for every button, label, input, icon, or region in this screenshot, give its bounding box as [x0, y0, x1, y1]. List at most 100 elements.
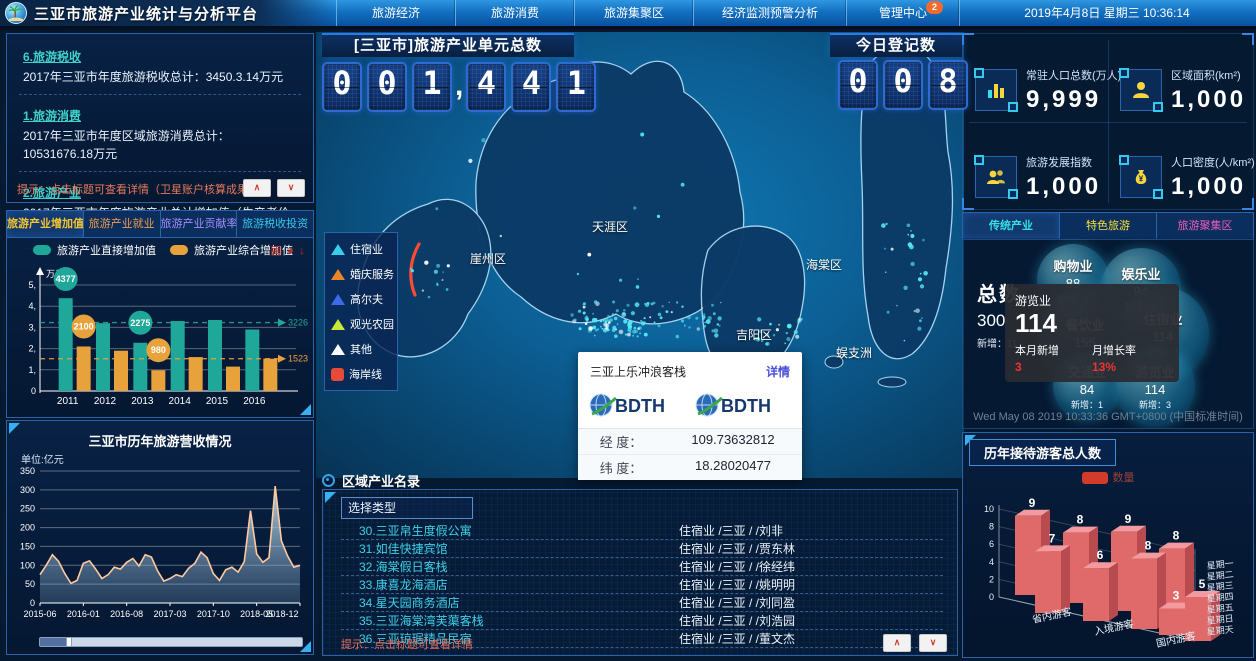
people-icon — [975, 156, 1017, 198]
svg-text:2018-12: 2018-12 — [265, 609, 298, 619]
stat-value: 1,000 — [1026, 173, 1101, 201]
map-popup: 三亚上乐冲浪客栈 详情 BDTH BDTH 经 度 — [578, 352, 802, 480]
bar-chart-legend: 旅游产业直接增加值 旅游产业综合增加值 — [7, 238, 313, 262]
directory-rows: 30.三亚帛生度假公寓 住宿业 /三亚 / /刘非 31.如佳快捷宾馆 住宿业 … — [341, 522, 943, 633]
person-icon — [1120, 69, 1162, 111]
revenue-area-chart[interactable]: 0501001502002503003502015-062016-012016-… — [8, 463, 312, 631]
directory-scroll-down-button[interactable]: ∨ — [919, 634, 947, 652]
visitors-3d-bar-chart[interactable]: 0246810989876835省内游客入境游客国内游客星期一星期二星期三星期四… — [963, 485, 1253, 657]
svg-text:150: 150 — [20, 541, 35, 551]
svg-text:¥: ¥ — [1139, 175, 1144, 184]
nav-tab-tourism-economy[interactable]: 旅游经济 — [336, 0, 455, 26]
download-icon[interactable]: ↓ — [299, 243, 305, 257]
tab-tourism-gathering[interactable]: 旅游聚集区 — [1157, 213, 1253, 239]
svg-text:100: 100 — [20, 560, 35, 570]
directory-row: 31.如佳快捷宾馆 住宿业 /三亚 / /贾东林 — [341, 540, 943, 558]
popup-detail-link[interactable]: 详情 — [766, 363, 790, 380]
popup-title: 三亚上乐冲浪客栈 — [590, 363, 686, 380]
svg-text:5: 5 — [1199, 577, 1206, 591]
venue-link[interactable]: 34.星天园商务酒店 — [341, 594, 679, 611]
industry-tabs: 传统产业 特色旅游 旅游聚集区 — [962, 212, 1254, 240]
venue-link[interactable]: 32.海棠假日客栈 — [341, 558, 679, 575]
svg-text:4,: 4, — [28, 301, 36, 311]
venue-link[interactable]: 30.三亚帛生度假公寓 — [341, 522, 679, 539]
scroll-down-button[interactable]: ∨ — [277, 179, 305, 197]
venue-link[interactable]: 35.三亚海棠湾芙蕖客栈 — [341, 612, 679, 629]
bdth-logo-icon: BDTH — [694, 390, 786, 420]
legend-label: 高尔夫 — [350, 291, 383, 307]
direct-series-swatch-icon — [33, 245, 51, 255]
tab-traditional-industry[interactable]: 传统产业 — [963, 213, 1060, 239]
summary-item[interactable]: 6.旅游税收 2017年三亚市年度旅游税收总计：3450.3.14万元 — [19, 42, 301, 95]
triangle-marker-icon — [331, 344, 345, 355]
svg-text:1523: 1523 — [288, 354, 308, 364]
legend-label: 其他 — [350, 341, 372, 357]
dashboard: 天涯区 崖州区 海棠区 吉阳区 蜈支洲 三亚市旅游产业统计与分析平台 旅游经济 … — [0, 0, 1256, 661]
svg-text:2016: 2016 — [243, 396, 266, 407]
flip-digit: 0 — [883, 60, 923, 110]
export-doc-icon[interactable]: ▤ — [270, 243, 281, 257]
flip-digit: 4 — [511, 62, 551, 112]
visitors-legend[interactable]: 数量 — [963, 469, 1253, 485]
popup-longitude-row: 经 度： 109.73632812 — [578, 429, 802, 454]
nav-tab-monitor-warning[interactable]: 经济监测预警分析 — [693, 0, 846, 26]
stat-card-density: ¥ 人口密度(人/km²) 1,000 — [1108, 122, 1253, 210]
tab-industry-contribution[interactable]: 旅游产业贡献率 — [161, 211, 238, 237]
stat-card-population: 常驻人口总数(万人) 9,999 — [963, 34, 1108, 122]
direct-series-label[interactable]: 旅游产业直接增加值 — [57, 242, 156, 258]
slider-selected-range[interactable] — [40, 638, 66, 646]
summary-item-title[interactable]: 6.旅游税收 — [23, 48, 297, 65]
revenue-zoom-slider[interactable] — [39, 637, 303, 647]
triangle-marker-icon — [331, 294, 345, 305]
district-label: 海棠区 — [806, 256, 842, 273]
nav-tab-tourism-consumption[interactable]: 旅游消费 — [455, 0, 574, 26]
svg-text:3226: 3226 — [288, 318, 308, 328]
svg-text:1,: 1, — [28, 365, 36, 375]
legend-label: 观光农园 — [350, 316, 394, 332]
svg-text:2016-01: 2016-01 — [67, 609, 100, 619]
directory-row: 35.三亚海棠湾芙蕖客栈 住宿业 /三亚 / /刘浩园 — [341, 612, 943, 630]
venue-info: 住宿业 /三亚 / /徐经纬 — [679, 558, 795, 575]
legend-item: 婚庆服务 — [331, 266, 391, 282]
triangle-marker-icon — [331, 269, 345, 280]
counter-today-title: 今日登记数 — [830, 33, 962, 57]
tab-industry-added-value[interactable]: 旅游产业增加值 — [7, 211, 84, 237]
tab-industry-employment[interactable]: 旅游产业就业 — [84, 211, 161, 237]
scroll-up-button[interactable]: ∧ — [243, 179, 271, 197]
stat-value: 9,999 — [1026, 86, 1121, 114]
svg-text:0: 0 — [989, 592, 994, 602]
svg-text:0: 0 — [30, 598, 35, 608]
venue-link[interactable]: 33.康喜龙海酒店 — [341, 576, 679, 593]
venue-info: 住宿业 /三亚 / /刘同盈 — [679, 594, 795, 611]
industry-bar-chart[interactable]: 01,2,3,4,5,万元322615232011201220132014201… — [10, 265, 310, 417]
summary-item[interactable]: 1.旅游消费 2017年三亚市年度区域旅游消费总计：10531676.18万元 — [19, 101, 301, 172]
svg-text:2,: 2, — [28, 344, 36, 354]
tab-tax-investment[interactable]: 旅游税收投资 — [237, 211, 313, 237]
summary-hint: 提示：点击标题可查看详情（卫星账户核算成果） — [17, 181, 259, 197]
tab-featured-tourism[interactable]: 特色旅游 — [1060, 213, 1157, 239]
svg-text:2014: 2014 — [169, 396, 192, 407]
legend-label: 住宿业 — [350, 241, 383, 257]
directory-title: 区域产业名录 — [342, 471, 420, 490]
tooltip-rate-value: 13% — [1092, 360, 1169, 374]
industry-chart-panel: 旅游产业增加值 旅游产业就业 旅游产业贡献率 旅游税收投资 旅游产业直接增加值 … — [6, 210, 314, 418]
svg-text:2015: 2015 — [206, 396, 229, 407]
stat-label: 人口密度(人/km²) — [1171, 157, 1255, 169]
venue-link[interactable]: 31.如佳快捷宾馆 — [341, 540, 679, 557]
bubble-tooltip: 游览业 114 本月新增 3 月增长率 13% — [1005, 284, 1179, 382]
svg-text:7: 7 — [1049, 531, 1056, 545]
legend-item: 住宿业 — [331, 241, 391, 257]
summary-item-title[interactable]: 1.旅游消费 — [23, 107, 297, 124]
directory-row: 33.康喜龙海酒店 住宿业 /三亚 / /姚明明 — [341, 576, 943, 594]
directory-scroll-up-button[interactable]: ∧ — [883, 634, 911, 652]
notification-badge[interactable]: 2 — [926, 1, 943, 14]
legend-item: 海岸线 — [331, 366, 391, 382]
industry-bubble-panel: 总数 300 新增：11 购物业88新增：4娱乐业94新增：3餐饮业155住宿业… — [962, 238, 1254, 429]
type-filter-select[interactable]: 选择类型 — [341, 497, 473, 519]
nav-tab-admin-center[interactable]: 管理中心 2 — [846, 0, 960, 26]
stat-label: 常驻人口总数(万人) — [1026, 70, 1121, 82]
chart-type-icon[interactable]: ◕ — [287, 243, 294, 257]
nav-tab-tourism-cluster[interactable]: 旅游集聚区 — [574, 0, 693, 26]
slider-handle[interactable] — [66, 637, 72, 647]
svg-text:8: 8 — [1145, 539, 1152, 553]
